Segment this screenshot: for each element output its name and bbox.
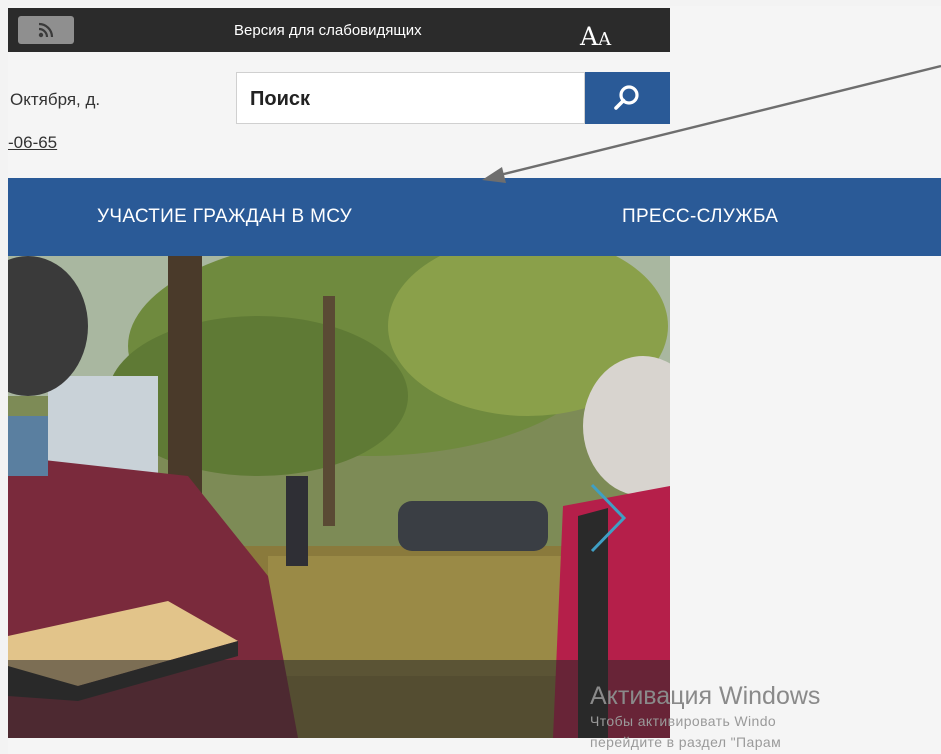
address-text: Октября, д. — [10, 90, 101, 109]
search-input[interactable]: Поиск — [236, 72, 585, 124]
chevron-right-icon[interactable] — [588, 481, 628, 555]
font-size-big-letter: A — [580, 22, 599, 51]
rss-button[interactable] — [18, 16, 74, 44]
search-icon — [614, 85, 639, 110]
slide-caption-band — [8, 660, 670, 738]
windows-activation-line-1: Чтобы активировать Windo — [590, 713, 777, 729]
font-size-small-letter: A — [598, 29, 612, 50]
font-size-toggle[interactable]: AA — [580, 22, 611, 51]
nav-item-press-service[interactable]: ПРЕСС-СЛУЖБА — [622, 206, 778, 228]
search-button[interactable] — [585, 72, 670, 124]
windows-activation-line-2: перейдите в раздел "Парам — [590, 734, 782, 750]
windows-activation-title: Активация Windows — [590, 682, 821, 710]
rss-icon — [38, 22, 54, 38]
hero-slider-image — [8, 256, 670, 738]
search-placeholder: Поиск — [250, 88, 311, 110]
phone-link[interactable]: -06-65 — [8, 133, 57, 153]
main-navigation: УЧАСТИЕ ГРАЖДАН В МСУ ПРЕСС-СЛУЖБА — [8, 178, 941, 256]
top-bar: Версия для слабовидящих AA — [8, 8, 670, 52]
nav-item-citizen-participation[interactable]: УЧАСТИЕ ГРАЖДАН В МСУ — [97, 206, 352, 228]
accessibility-version-link[interactable]: Версия для слабовидящих — [234, 22, 422, 39]
